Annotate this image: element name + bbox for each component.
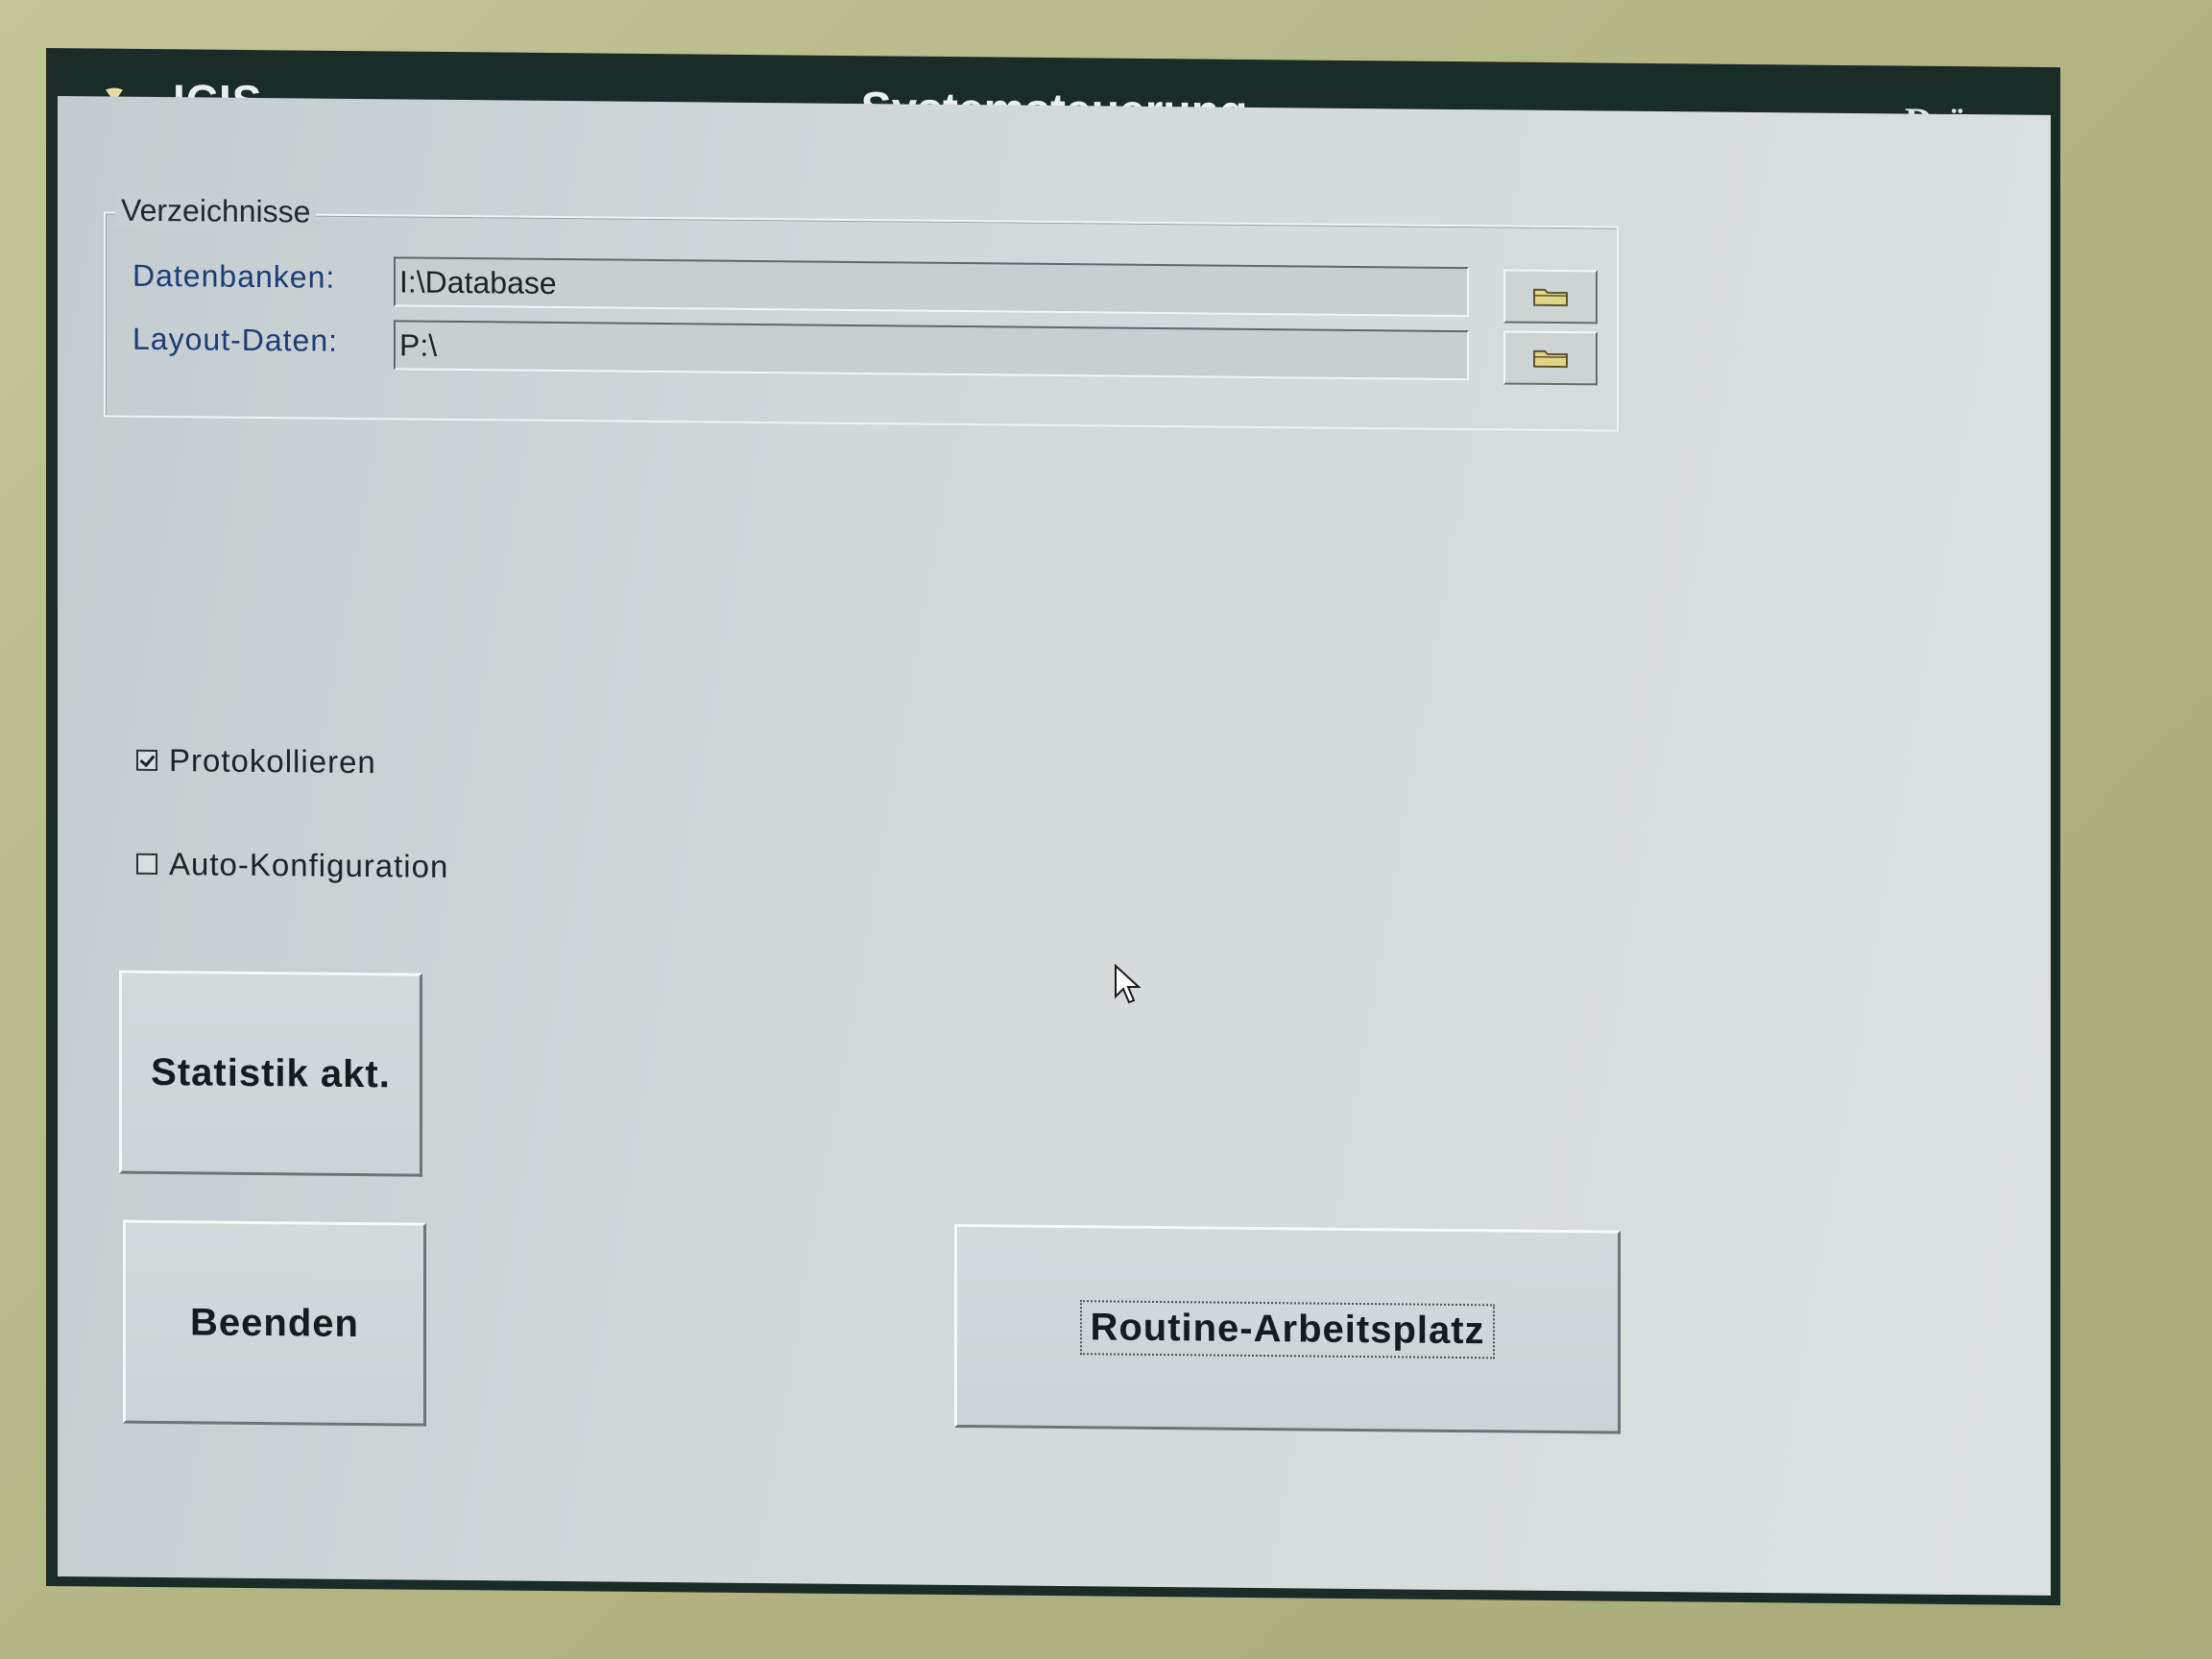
exit-button-label: Beenden xyxy=(190,1300,359,1345)
folder-icon xyxy=(1533,288,1568,307)
directories-legend: Verzeichnisse xyxy=(115,192,317,230)
auto-config-checkbox-row[interactable]: Auto-Konfiguration xyxy=(136,846,448,885)
routine-workstation-button-label: Routine-Arbeitsplatz xyxy=(1080,1299,1495,1359)
folder-icon xyxy=(1533,349,1568,369)
statistics-button[interactable]: Statistik akt. xyxy=(119,970,422,1177)
databases-label: Datenbanken: xyxy=(132,257,336,295)
directories-group: Verzeichnisse Datenbanken: Layout-Daten: xyxy=(104,192,1619,432)
log-checkbox[interactable] xyxy=(136,749,157,771)
routine-workstation-button[interactable]: Routine-Arbeitsplatz xyxy=(954,1223,1621,1434)
log-checkbox-row[interactable]: Protokollieren xyxy=(136,742,376,781)
layout-data-label: Layout-Daten: xyxy=(132,321,339,358)
auto-config-checkbox[interactable] xyxy=(136,853,157,875)
statistics-button-label: Statistik akt. xyxy=(151,1050,391,1095)
databases-path-field[interactable] xyxy=(394,256,1469,318)
log-label: Protokollieren xyxy=(169,742,376,781)
layout-data-browse-button[interactable] xyxy=(1503,330,1598,386)
auto-config-label: Auto-Konfiguration xyxy=(169,846,449,884)
layout-data-path-field[interactable] xyxy=(394,320,1469,381)
databases-browse-button[interactable] xyxy=(1503,269,1598,325)
control-panel-window: Verzeichnisse Datenbanken: Layout-Daten:… xyxy=(58,96,2051,1596)
mouse-pointer-icon xyxy=(1115,964,1142,1004)
exit-button[interactable]: Beenden xyxy=(123,1219,426,1427)
